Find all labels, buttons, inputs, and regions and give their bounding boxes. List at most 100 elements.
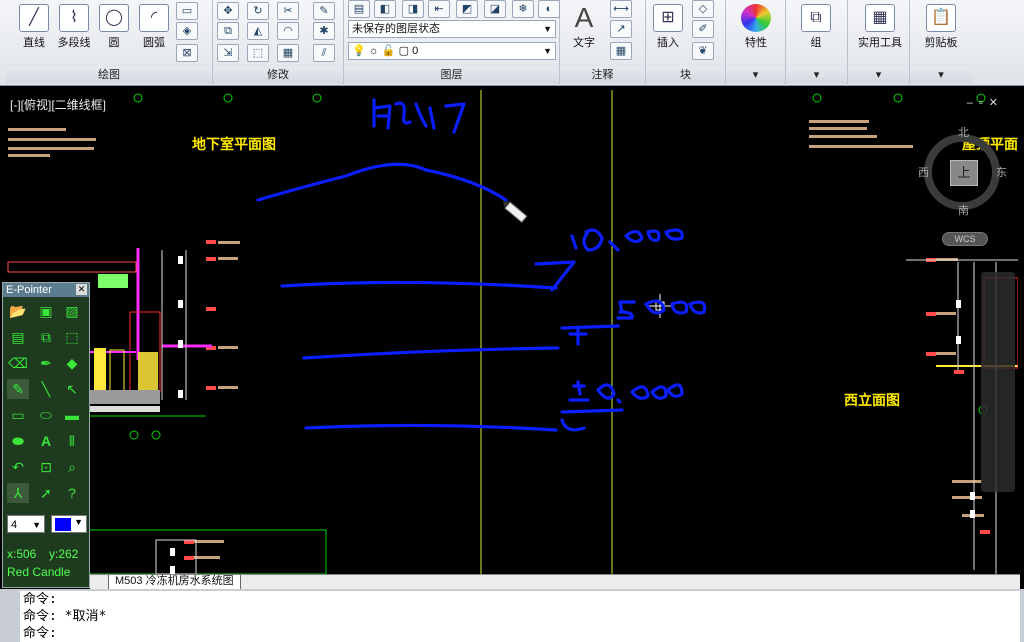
compass-south[interactable]: 南 [958, 202, 969, 218]
viewport-window-controls[interactable]: –▫✕ [967, 96, 1004, 109]
layer-previous-icon[interactable]: ⇤ [428, 0, 450, 18]
properties-tool[interactable]: 特性 [734, 4, 778, 50]
pattern-icon[interactable]: ⫴ [61, 431, 83, 451]
compass-east[interactable]: 东 [996, 164, 1007, 180]
filled-rectangle-icon[interactable]: ▬ [61, 405, 83, 425]
page-icon[interactable]: ▤ [7, 327, 29, 347]
annotation-panel-label[interactable]: 注释 [560, 67, 645, 83]
utilities-tool[interactable]: ▦ 实用工具 [852, 4, 908, 50]
undo-icon[interactable]: ↶ [7, 457, 29, 477]
arrow-cursor-icon[interactable]: ➚ [35, 483, 57, 503]
compass-north[interactable]: 北 [958, 124, 969, 140]
cad-drawing [7, 90, 1018, 574]
filled-ellipse-icon[interactable]: ⬬ [7, 431, 29, 451]
tab-m503[interactable]: M503 冷冻机房水系统图 [108, 575, 241, 590]
close-icon[interactable]: ✕ [76, 284, 87, 295]
leader-icon[interactable]: ↗ [610, 20, 632, 38]
copy-icon[interactable]: ⧉ [217, 22, 239, 40]
polyline-tool[interactable]: ⌇ 多段线 [52, 4, 96, 50]
eraser-icon[interactable]: ⌫ [7, 353, 29, 373]
array-icon[interactable]: ▦ [277, 44, 299, 62]
trim-icon[interactable]: ✂ [277, 2, 299, 20]
save-icon[interactable]: ▣ [35, 301, 57, 321]
screen-icon[interactable]: ▨ [61, 301, 83, 321]
cursor-x-readout: x:506 [7, 547, 37, 561]
layout-tabs: M503 冷冻机房水系统图 [90, 574, 1020, 590]
hatch-icon[interactable]: ◈ [176, 22, 198, 40]
circle-tool[interactable]: ◯ 圆 [92, 4, 136, 50]
chevron-down-icon: ▼ [543, 24, 552, 34]
arc-tool[interactable]: ◜ 圆弧 [132, 4, 176, 50]
offset-icon[interactable]: ⫽ [313, 44, 335, 62]
lightbulb-icon: 💡 ☼ 🔓 ▢ [352, 45, 413, 57]
ellipse-icon[interactable]: ⬭ [35, 405, 57, 425]
region-icon[interactable]: ⊠ [176, 44, 198, 62]
polyline-icon: ⌇ [59, 4, 89, 32]
epointer-titlebar[interactable]: E-Pointer ✕ [3, 283, 89, 297]
select-area-icon[interactable]: ⬚ [61, 327, 83, 347]
block-attribute-icon[interactable]: ❦ [692, 42, 714, 60]
text-icon[interactable]: A [35, 431, 57, 451]
draw-panel-label[interactable]: 绘图 [6, 67, 212, 83]
erase-icon[interactable]: ✎ [313, 2, 335, 20]
stretch-icon[interactable]: ⇲ [217, 44, 239, 62]
layer-match-icon[interactable]: ◨ [402, 0, 424, 18]
create-block-icon[interactable]: ◇ [692, 0, 714, 18]
text-tool[interactable]: A 文字 [562, 4, 606, 50]
highlighter-icon[interactable]: ◆ [61, 353, 83, 373]
pointer-mode-icon[interactable]: ⅄ [7, 483, 29, 503]
rotate-icon[interactable]: ↻ [247, 2, 269, 20]
compass-west[interactable]: 西 [918, 164, 929, 180]
drawing-viewport[interactable]: [-][俯视][二维线框] 地下室平面图 屋顶平面 西立面图 –▫✕ 上 北 南… [6, 90, 1018, 574]
west-elevation-label: 西立面图 [844, 392, 900, 408]
wcs-menu[interactable]: WCS [942, 232, 988, 246]
line-tool[interactable]: ╱ 直线 [12, 4, 56, 50]
properties-expand[interactable]: ▾ [726, 67, 785, 83]
layer-off-icon[interactable]: ◐ [538, 0, 560, 18]
rectangle-icon[interactable]: ▭ [7, 405, 29, 425]
line-icon[interactable]: ╲ [35, 379, 57, 399]
right-white-marks [956, 300, 975, 518]
eyedropper-icon[interactable]: ✒ [35, 353, 57, 373]
dimension-icon[interactable]: ⟷ [610, 0, 632, 18]
table-icon[interactable]: ▦ [610, 42, 632, 60]
group-tool[interactable]: ⧉ 组 [794, 4, 838, 50]
layers-panel-label[interactable]: 图层 [344, 67, 559, 83]
arrow-line-icon[interactable]: ↖ [61, 379, 83, 399]
explode-icon[interactable]: ✱ [313, 22, 335, 40]
help-icon[interactable]: ? [61, 483, 83, 503]
pen-size-select[interactable]: 4 ▼ [7, 515, 45, 533]
layer-unisolate-icon[interactable]: ◪ [484, 0, 506, 18]
viewcube-top-face[interactable]: 上 [950, 160, 978, 186]
pen-color-select[interactable]: ▼ [51, 515, 87, 533]
open-icon[interactable]: 📂 [7, 301, 29, 321]
scale-icon[interactable]: ⬚ [247, 44, 269, 62]
zoom-icon[interactable]: ⌕ [61, 457, 83, 477]
group-expand[interactable]: ▾ [786, 67, 847, 83]
layer-dropdown[interactable]: 💡 ☼ 🔓 ▢ 0 ▼ [348, 42, 556, 60]
layer-freeze-icon[interactable]: ❄ [512, 0, 534, 18]
clipboard-expand[interactable]: ▾ [910, 67, 972, 83]
command-history[interactable]: 命令: 命令: *取消* 命令: [20, 591, 1020, 642]
utilities-expand[interactable]: ▾ [848, 67, 909, 83]
screenshot-icon[interactable]: ⊡ [35, 457, 57, 477]
fillet-icon[interactable]: ◠ [277, 22, 299, 40]
mirror-icon[interactable]: ◭ [247, 22, 269, 40]
viewcube[interactable]: 上 北 南 东 西 WCS [918, 127, 1008, 246]
layer-isolate-icon[interactable]: ◩ [456, 0, 478, 18]
move-icon[interactable]: ✥ [217, 2, 239, 20]
navigation-bar [981, 272, 1015, 492]
copy-pages-icon[interactable]: ⧉ [35, 327, 57, 347]
layer-state-dropdown[interactable]: 未保存的图层状态 ▼ [348, 20, 556, 38]
pen-icon[interactable]: ✎ [7, 379, 29, 399]
layer-states-icon[interactable]: ◧ [374, 0, 396, 18]
modify-panel-label[interactable]: 修改 [213, 67, 343, 83]
edit-block-icon[interactable]: ✐ [692, 20, 714, 38]
viewport-controls-label[interactable]: [-][俯视][二维线框] [10, 96, 106, 113]
insert-tool[interactable]: ⊞ 插入 [646, 4, 690, 50]
rectangle-icon[interactable]: ▭ [176, 2, 198, 20]
clipboard-panel: 📋 剪贴板 ▾ [910, 0, 972, 86]
layer-properties-icon[interactable]: ▤ [348, 0, 370, 18]
block-panel-label[interactable]: 块 [646, 67, 725, 83]
clipboard-tool[interactable]: 📋 剪贴板 [916, 4, 966, 50]
